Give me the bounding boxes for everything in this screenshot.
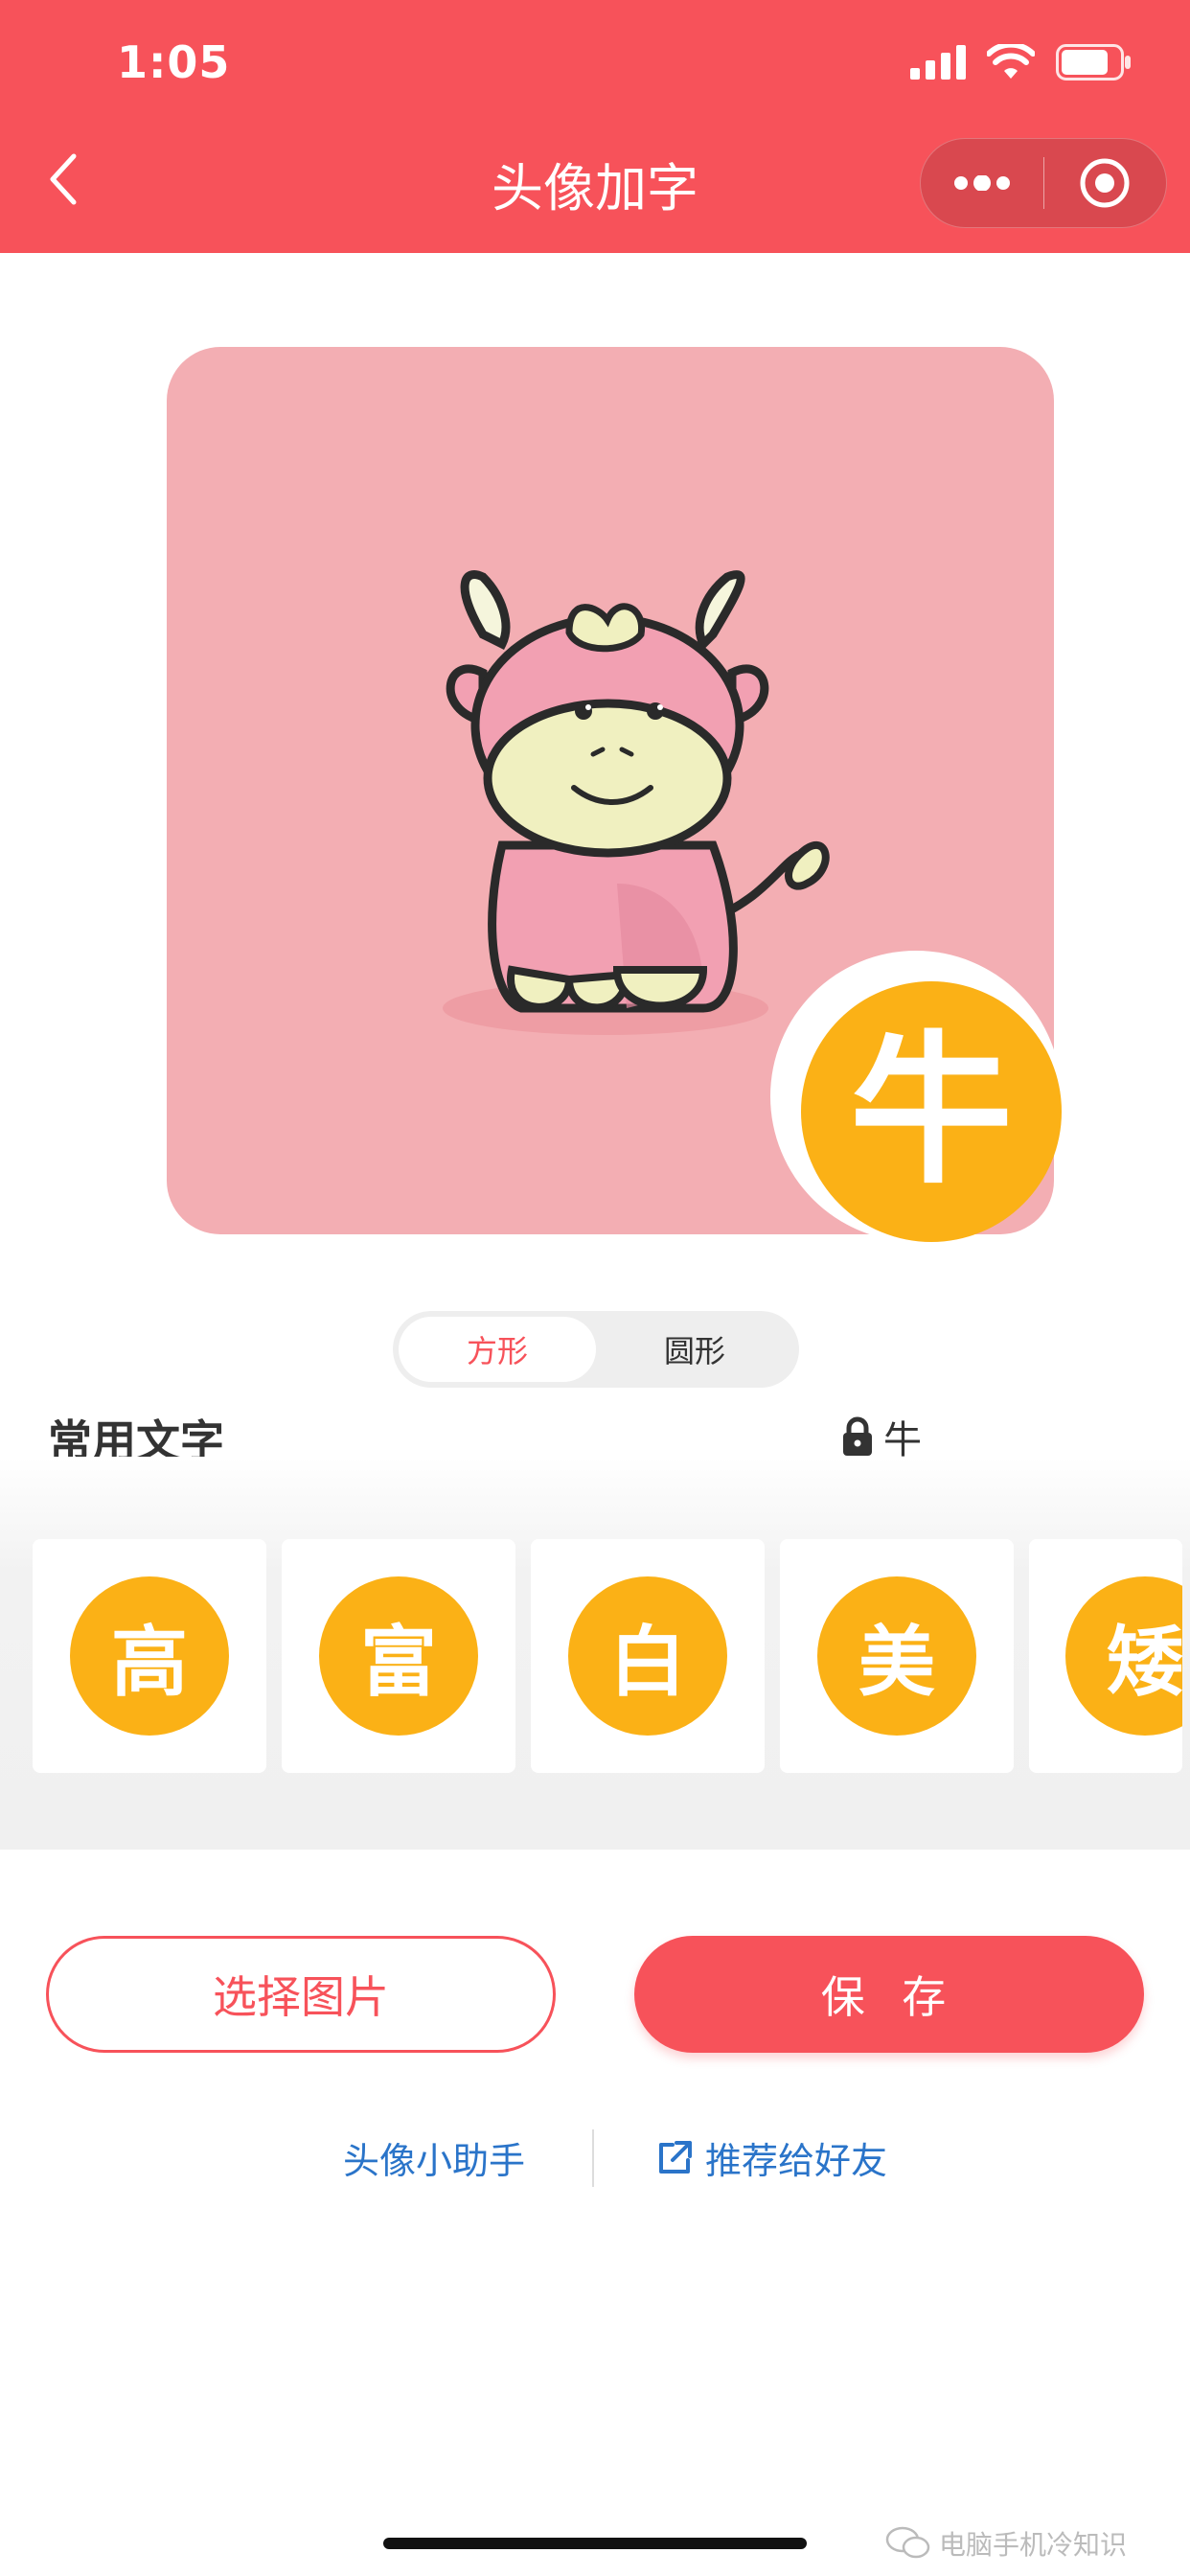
shape-toggle: 方形 圆形 (393, 1311, 799, 1388)
external-link-icon (659, 2140, 692, 2174)
links-divider (592, 2129, 594, 2187)
watermark-text: 电脑手机冷知识 (939, 2529, 1128, 2561)
bottom-links: 头像小助手 推荐给好友 (0, 2129, 1190, 2189)
shape-option-circle[interactable]: 圆形 (596, 1317, 793, 1382)
char-option: 美 (817, 1576, 976, 1736)
save-button[interactable]: 保 存 (634, 1936, 1144, 2053)
char-option: 高 (70, 1576, 229, 1736)
capsule-menu (920, 138, 1167, 228)
close-miniprogram-button[interactable] (1044, 139, 1167, 227)
char-option: 富 (319, 1576, 478, 1736)
more-button[interactable] (921, 139, 1043, 227)
share-to-friend-link[interactable]: 推荐给好友 (655, 2131, 887, 2184)
shape-option-square[interactable]: 方形 (399, 1317, 596, 1382)
char-option: 白 (568, 1576, 727, 1736)
share-link-label: 推荐给好友 (705, 2140, 888, 2182)
char-option: 矮 (1065, 1576, 1182, 1736)
wechat-icon (885, 2526, 930, 2559)
char-option-card[interactable]: 美 (780, 1539, 1014, 1773)
target-close-icon (1080, 158, 1130, 208)
battery-icon (1056, 44, 1131, 80)
avatar-badge: 牛 (801, 981, 1062, 1242)
char-option-card[interactable]: 富 (282, 1539, 515, 1773)
more-dots-icon (953, 175, 1010, 191)
char-option-card[interactable]: 高 (33, 1539, 266, 1773)
char-options-list: 高 富 白 美 矮 (33, 1539, 1182, 1773)
status-time: 1:05 (117, 36, 231, 88)
char-option-card[interactable]: 白 (531, 1539, 765, 1773)
top-header: 1:05 头像加字 (0, 0, 1190, 253)
signal-icon (910, 45, 966, 80)
lock-icon (843, 1416, 872, 1456)
select-image-button[interactable]: 选择图片 (46, 1936, 556, 2053)
watermark: 电脑手机冷知识 (885, 2524, 1127, 2563)
home-indicator[interactable] (383, 2538, 807, 2549)
avatar-assistant-link[interactable]: 头像小助手 (343, 2131, 525, 2184)
status-icons (910, 44, 1133, 80)
char-option-card[interactable]: 矮 (1029, 1539, 1182, 1773)
wifi-icon (987, 44, 1035, 79)
